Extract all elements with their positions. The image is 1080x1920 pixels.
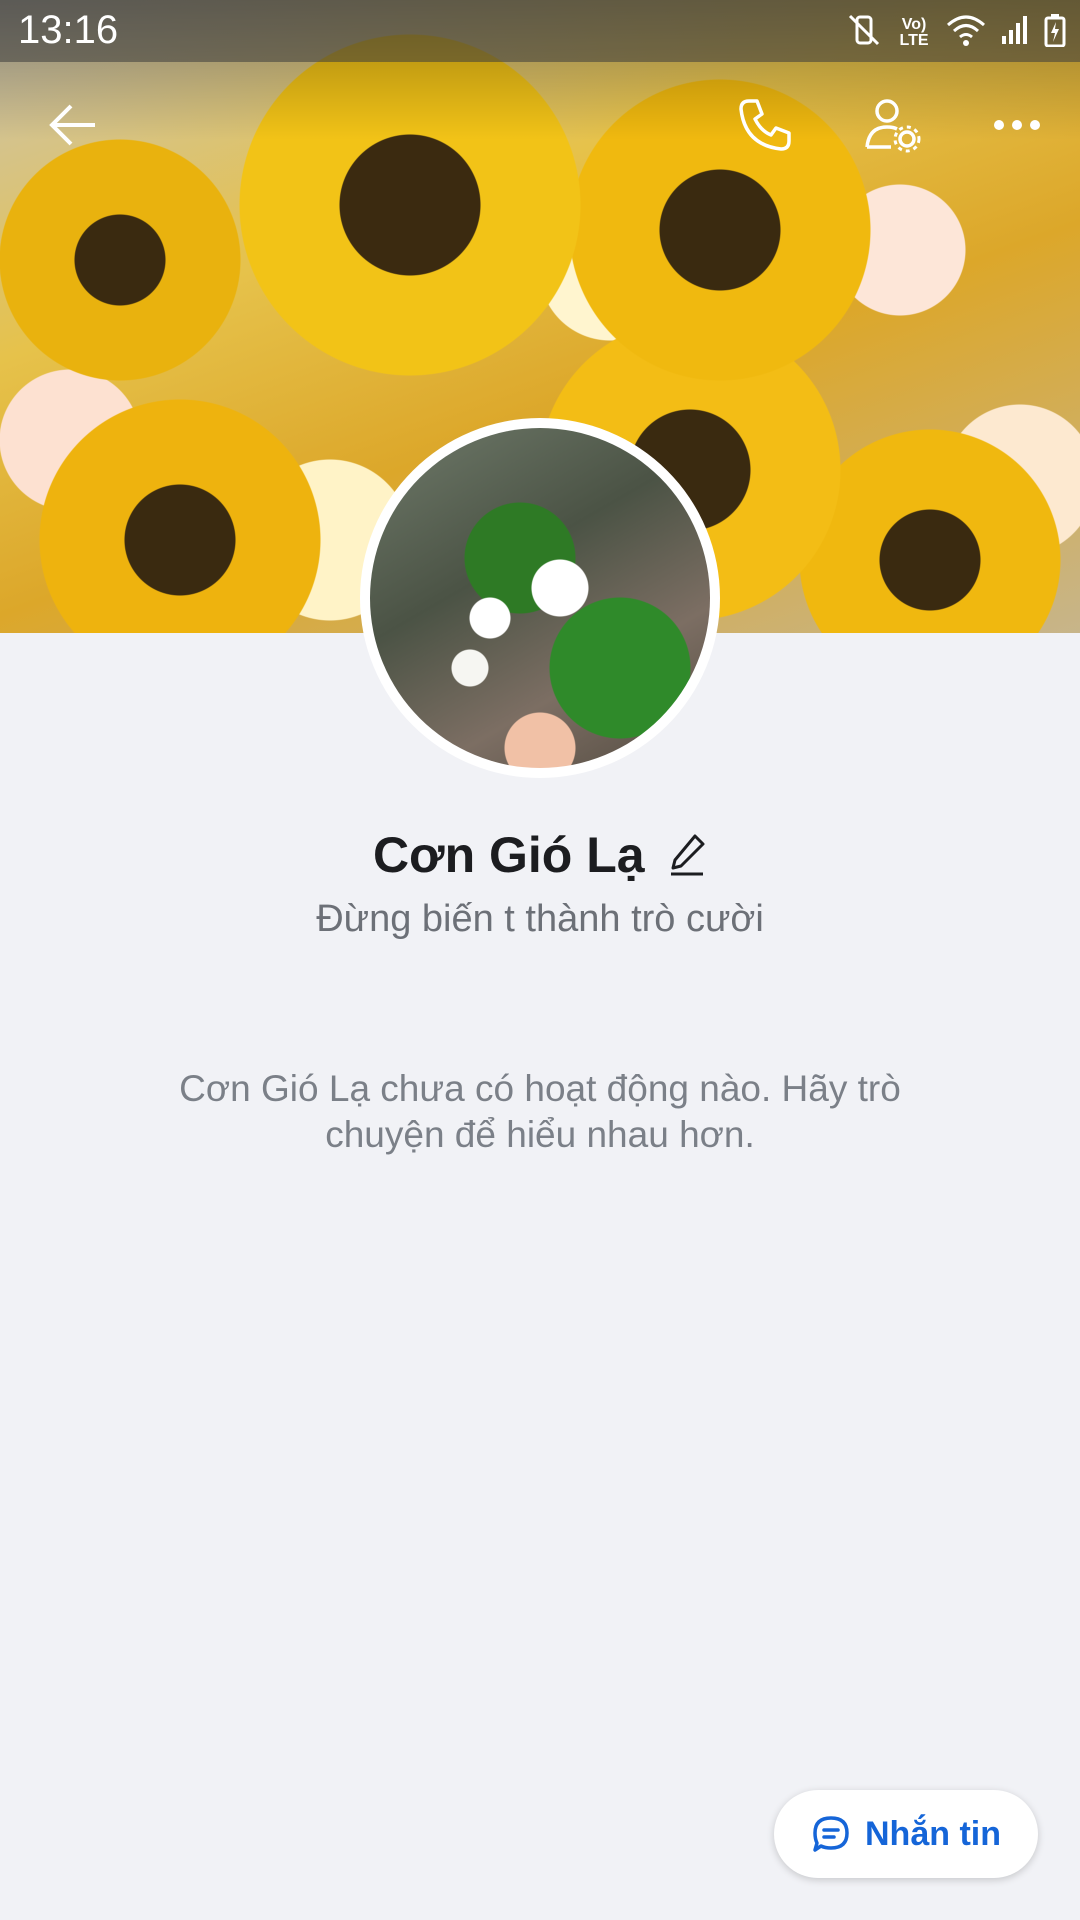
status-icons: Vo) LTE bbox=[846, 12, 1066, 53]
edit-name-button[interactable] bbox=[667, 832, 707, 878]
empty-activity-message: Cơn Gió Lạ chưa có hoạt động nào. Hãy tr… bbox=[179, 1068, 901, 1155]
wifi-icon bbox=[946, 13, 986, 52]
more-options-button[interactable] bbox=[982, 90, 1052, 160]
pencil-icon bbox=[671, 834, 705, 876]
signal-icon bbox=[1000, 14, 1030, 51]
chat-bubble-icon bbox=[813, 1816, 849, 1852]
status-time: 13:16 bbox=[18, 8, 119, 52]
volte-icon: Vo) LTE bbox=[899, 15, 929, 49]
phone-icon bbox=[739, 99, 791, 151]
profile-name-row: Cơn Gió Lạ bbox=[0, 826, 1080, 884]
avatar-photo bbox=[370, 428, 710, 768]
message-button[interactable]: Nhắn tin bbox=[774, 1790, 1038, 1878]
battery-icon bbox=[1044, 13, 1066, 52]
back-button[interactable] bbox=[38, 90, 108, 160]
profile-settings-button[interactable] bbox=[858, 90, 928, 160]
avatar[interactable] bbox=[360, 418, 720, 778]
more-dots-icon bbox=[994, 120, 1040, 130]
profile-bio: Đừng biến t thành trò cười bbox=[316, 898, 764, 940]
arrow-left-icon bbox=[49, 104, 95, 146]
status-bar: 13:16 Vo) LTE bbox=[0, 0, 1080, 62]
profile-name: Cơn Gió Lạ bbox=[372, 827, 645, 883]
vibrate-mute-icon bbox=[846, 12, 882, 53]
call-button[interactable] bbox=[730, 90, 800, 160]
profile-top-bar bbox=[0, 70, 1080, 180]
message-button-label: Nhắn tin bbox=[865, 1814, 1001, 1853]
user-settings-icon bbox=[865, 99, 921, 153]
